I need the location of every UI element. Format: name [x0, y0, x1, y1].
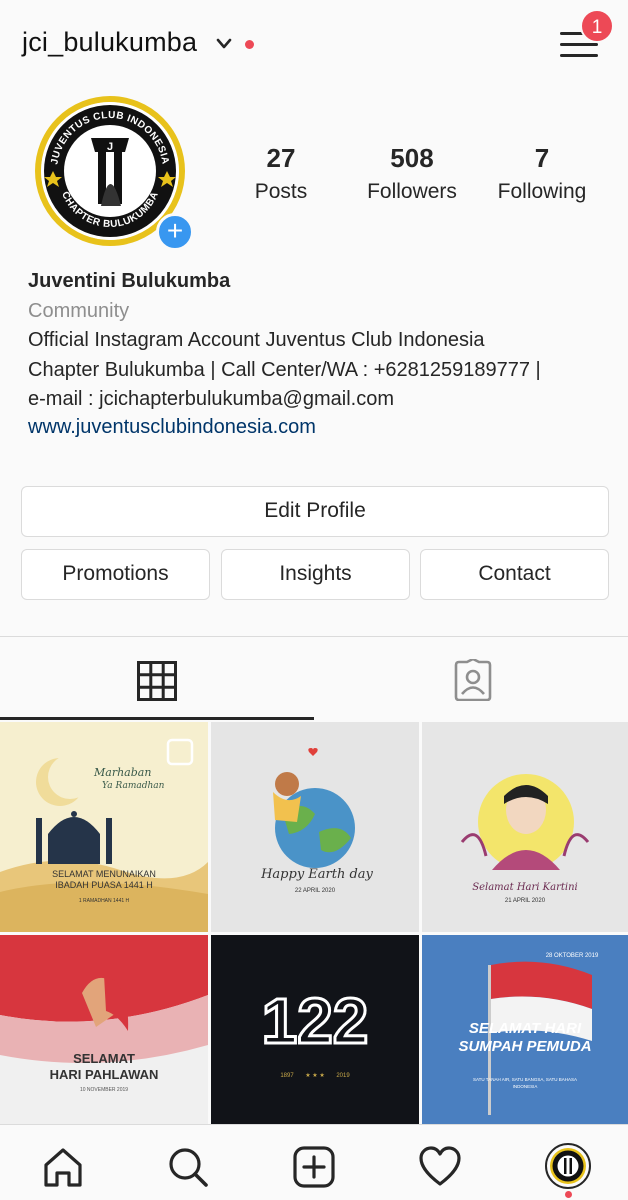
post-text: Selamat Hari Kartini — [472, 882, 577, 893]
promotions-button[interactable]: Promotions — [21, 549, 210, 600]
post-text: SELAMAT HARI — [469, 1020, 582, 1037]
post-text: INDONESIA — [513, 1084, 538, 1089]
grid-icon[interactable] — [137, 661, 177, 701]
add-story-button[interactable]: + — [156, 213, 194, 251]
top-bar: jci_bulukumba 1 — [0, 0, 628, 92]
post-text: Ya Ramadhan — [102, 781, 165, 791]
post-text: SUMPAH PEMUDA — [458, 1038, 591, 1055]
following-count: 7 — [534, 143, 550, 173]
notification-badge: 1 — [580, 9, 614, 43]
post-text: 1 RAMADHAN 1441 H — [79, 898, 130, 904]
profile-category: Community — [28, 300, 130, 322]
post-text: Marhaban — [93, 766, 151, 779]
post-thumbnail[interactable]: Marhaban Ya Ramadhan SELAMAT MENUNAIKAN … — [0, 722, 208, 932]
bio-text: Official Instagram Account Juventus Club… — [28, 329, 541, 410]
tagged-icon[interactable] — [452, 659, 494, 701]
svg-text:J: J — [107, 141, 113, 153]
followers-stat[interactable]: 508 Followers — [358, 143, 466, 204]
post-text: 2019 — [336, 1073, 350, 1079]
account-notification-dot — [245, 40, 254, 49]
profile-avatar[interactable]: JUVENTUS CLUB INDONESIA CHAPTER BULUKUMB… — [35, 96, 194, 251]
edit-profile-button[interactable]: Edit Profile — [21, 486, 609, 537]
post-text: HARI PAHLAWAN — [50, 1067, 159, 1082]
profile-name: Juventini Bulukumba — [28, 270, 231, 292]
post-text: 21 APRIL 2020 — [505, 898, 546, 904]
insights-button[interactable]: Insights — [221, 549, 410, 600]
post-text: IBADAH PUASA 1441 H — [55, 880, 153, 890]
post-thumbnail[interactable]: 122 1897 ★ ★ ★ 2019 — [211, 935, 419, 1145]
post-text: SELAMAT MENUNAIKAN — [52, 869, 156, 879]
post-text: SELAMAT — [73, 1051, 135, 1066]
club-logo-icon: JUVENTUS CLUB INDONESIA CHAPTER BULUKUMB… — [41, 102, 179, 240]
post-text: Happy Earth day — [260, 867, 373, 882]
svg-text:★ ★ ★: ★ ★ ★ — [305, 1072, 324, 1079]
post-thumbnail[interactable]: SELAMAT HARI PAHLAWAN 10 NOVEMBER 2019 — [0, 935, 208, 1145]
followers-label: Followers — [367, 180, 457, 203]
new-post-icon[interactable] — [292, 1145, 336, 1189]
bottom-navigation — [0, 1124, 628, 1200]
post-text: 22 APRIL 2020 — [295, 888, 336, 894]
contact-button[interactable]: Contact — [420, 549, 609, 600]
post-text: 1897 — [280, 1073, 294, 1079]
followers-count: 508 — [390, 143, 434, 173]
posts-label: Posts — [254, 180, 308, 203]
profile-bio: Juventini Bulukumba Community Official I… — [28, 270, 608, 439]
posts-grid: Marhaban Ya Ramadhan SELAMAT MENUNAIKAN … — [0, 722, 628, 1124]
home-icon[interactable] — [41, 1145, 85, 1189]
menu-line-icon — [560, 43, 598, 46]
post-text: SATU TANAH AIR, SATU BANGSA, SATU BAHASA — [473, 1077, 577, 1082]
profile-avatar-icon[interactable] — [545, 1143, 591, 1189]
following-label: Following — [497, 180, 587, 203]
post-thumbnail[interactable]: Happy Earth day 22 APRIL 2020 — [211, 722, 419, 932]
posts-stat[interactable]: 27 Posts — [246, 143, 316, 204]
chevron-down-icon[interactable] — [216, 38, 232, 50]
posts-count: 27 — [266, 143, 296, 173]
post-text: 28 OKTOBER 2019 — [546, 953, 599, 959]
active-tab-indicator — [0, 717, 314, 720]
activity-icon[interactable] — [418, 1145, 462, 1189]
website-link[interactable]: www.juventusclubindonesia.com — [28, 416, 608, 439]
profile-notification-dot — [565, 1191, 572, 1198]
following-stat[interactable]: 7 Following — [490, 143, 594, 204]
search-icon[interactable] — [166, 1145, 210, 1189]
post-thumbnail[interactable]: Selamat Hari Kartini 21 APRIL 2020 — [422, 722, 628, 932]
username-title[interactable]: jci_bulukumba — [22, 27, 197, 58]
post-text: 122 — [262, 985, 369, 1057]
post-thumbnail[interactable]: 28 OKTOBER 2019 SELAMAT HARI SUMPAH PEMU… — [422, 935, 628, 1145]
profile-tabs — [0, 636, 628, 720]
post-text: 10 NOVEMBER 2019 — [80, 1087, 128, 1093]
menu-line-icon — [560, 54, 598, 57]
